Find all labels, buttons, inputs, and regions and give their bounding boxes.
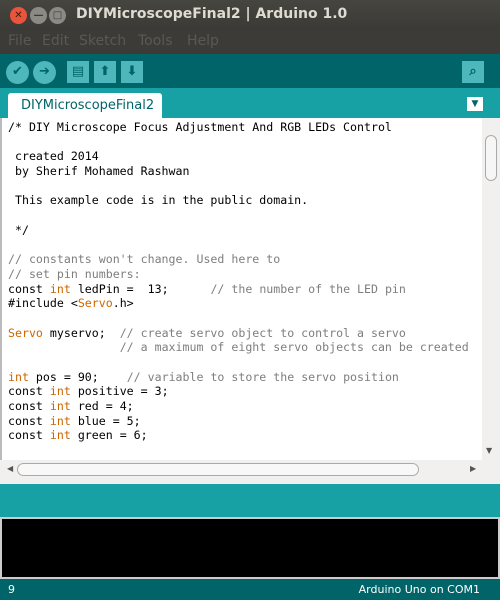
minimize-button[interactable]: —	[30, 7, 47, 24]
code-token: positive = 3;	[70, 384, 169, 399]
menu-tools[interactable]: Tools	[138, 33, 173, 49]
code-line: Servo myservo; // create servo object to…	[8, 326, 469, 341]
code-line: by Sherif Mohamed Rashwan	[8, 164, 469, 179]
scroll-right-icon[interactable]: ▶	[470, 464, 476, 473]
upload-icon[interactable]: ➔	[33, 61, 56, 84]
code-token: // variable to store the servo position	[126, 369, 399, 384]
code-token: #include <	[8, 296, 78, 311]
code-line: const int ledPin = 13; // the number of …	[8, 282, 469, 297]
code-token: int	[49, 428, 71, 443]
code-token: int	[8, 369, 29, 384]
code-token: int	[49, 281, 71, 296]
code-line: This example code is in the public domai…	[8, 193, 469, 208]
code-token: blue = 5;	[70, 413, 141, 428]
menu-file[interactable]: File	[8, 33, 31, 49]
code-line: const int green = 6;	[8, 428, 469, 443]
verify-icon[interactable]: ✔	[6, 61, 29, 84]
code-token: // create servo object to control a serv…	[119, 325, 406, 340]
code-token: int	[49, 399, 71, 414]
code-token: const	[8, 413, 50, 428]
horizontal-scroll-thumb[interactable]	[17, 463, 419, 476]
save-icon[interactable]: ⬇	[121, 61, 143, 83]
scroll-down-icon[interactable]: ▼	[486, 446, 492, 455]
title-bar: ✕ — □ DIYMicroscopeFinal2 | Arduino 1.0	[0, 0, 500, 30]
code-token: .h>	[112, 296, 134, 311]
board-port: Arduino Uno on COM1	[358, 583, 480, 596]
code-line: const int red = 4;	[8, 399, 469, 414]
line-number: 9	[8, 583, 15, 596]
code-line: /* DIY Microscope Focus Adjustment And R…	[8, 120, 469, 135]
code-token: // the number of the LED pin	[210, 281, 406, 296]
code-line: const int positive = 3;	[8, 384, 469, 399]
code-token: ledPin = 13;	[70, 281, 211, 296]
close-button[interactable]: ✕	[10, 7, 27, 24]
code-line: */	[8, 223, 469, 238]
code-line: #include <Servo.h>	[8, 296, 469, 311]
code-token: // set pin numbers:	[8, 266, 141, 281]
code-token: const	[8, 428, 50, 443]
tab-bar: DIYMicroscopeFinal2	[0, 88, 500, 118]
menu-sketch[interactable]: Sketch	[79, 33, 126, 49]
code-token: by Sherif Mohamed Rashwan	[8, 164, 190, 179]
window-title: DIYMicroscopeFinal2 | Arduino 1.0	[76, 6, 348, 22]
toolbar: ✔ ➔ ▤ ⬆ ⬇ ⌕	[0, 54, 500, 88]
code-token: Servo	[8, 325, 43, 340]
console-output	[0, 517, 500, 579]
maximize-button[interactable]: □	[49, 7, 66, 24]
code-token: green = 6;	[70, 428, 148, 443]
code-editor[interactable]: /* DIY Microscope Focus Adjustment And R…	[0, 118, 500, 460]
code-token: pos = 90;	[28, 369, 127, 384]
code-token: // a maximum of eight servo objects can …	[119, 340, 469, 355]
code-line: // constants won't change. Used here to	[8, 252, 469, 267]
code-token: /* DIY Microscope Focus Adjustment And R…	[8, 120, 392, 134]
code-text[interactable]: /* DIY Microscope Focus Adjustment And R…	[8, 120, 469, 443]
menu-edit[interactable]: Edit	[42, 33, 69, 49]
code-token: // constants won't change. Used here to	[8, 252, 281, 267]
status-bar: 9 Arduino Uno on COM1	[0, 579, 500, 600]
code-token: created 2014	[8, 149, 99, 164]
code-line: // a maximum of eight servo objects can …	[8, 340, 469, 355]
code-line: // set pin numbers:	[8, 267, 469, 282]
code-token: const	[8, 281, 50, 296]
code-line: int pos = 90; // variable to store the s…	[8, 370, 469, 385]
code-token: */	[8, 222, 29, 237]
serial-monitor-icon[interactable]: ⌕	[462, 61, 484, 83]
tab-sketch[interactable]: DIYMicroscopeFinal2	[8, 93, 162, 118]
code-token: myservo;	[42, 325, 120, 340]
code-token: const	[8, 399, 50, 414]
tab-menu-chevron-down-icon[interactable]: ▼	[467, 97, 483, 111]
code-token: Servo	[77, 296, 113, 311]
vertical-scroll-thumb[interactable]	[485, 135, 497, 181]
message-area	[0, 484, 500, 517]
code-line: created 2014	[8, 149, 469, 164]
code-token: This example code is in the public domai…	[8, 193, 309, 208]
menu-bar: File Edit Sketch Tools Help	[0, 30, 500, 54]
open-icon[interactable]: ⬆	[94, 61, 116, 83]
scroll-left-icon[interactable]: ◀	[7, 464, 13, 473]
menu-help[interactable]: Help	[187, 33, 219, 49]
code-token: int	[49, 384, 71, 399]
code-token: const	[8, 384, 50, 399]
code-token: int	[49, 413, 71, 428]
code-token: red = 4;	[70, 399, 134, 414]
code-line: const int blue = 5;	[8, 414, 469, 429]
new-icon[interactable]: ▤	[67, 61, 89, 83]
